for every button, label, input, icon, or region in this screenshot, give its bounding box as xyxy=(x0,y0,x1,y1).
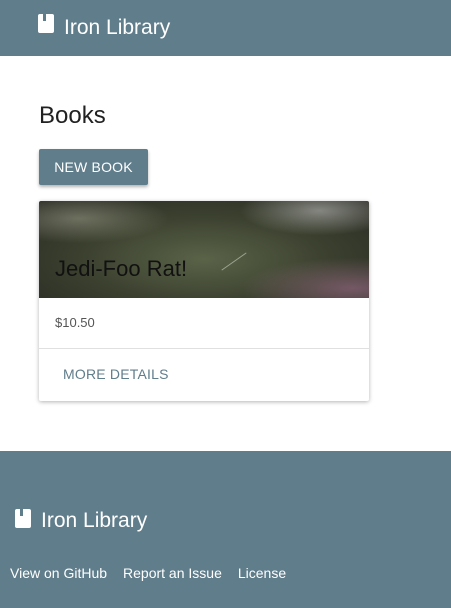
new-book-button[interactable]: NEW BOOK xyxy=(39,149,148,185)
footer-link-report-issue[interactable]: Report an Issue xyxy=(123,565,222,581)
book-icon xyxy=(38,14,54,33)
card-divider xyxy=(39,348,369,349)
page-title: Books xyxy=(39,102,106,129)
footer-title: Iron Library xyxy=(41,509,148,532)
footer-brand: Iron Library xyxy=(15,508,148,533)
book-title: Jedi-Foo Rat! xyxy=(55,256,188,281)
footer-link-license[interactable]: License xyxy=(238,565,286,581)
book-price: $10.50 xyxy=(55,315,95,330)
more-details-link[interactable]: MORE DETAILS xyxy=(63,366,169,382)
app-title[interactable]: Iron Library xyxy=(64,16,170,40)
book-card: Jedi-Foo Rat! $10.50 MORE DETAILS xyxy=(39,201,369,401)
app-footer: Iron Library View on GitHub Report an Is… xyxy=(0,451,451,608)
footer-links: View on GitHub Report an Issue License xyxy=(10,565,302,581)
book-cover-image xyxy=(39,201,369,298)
app-header: Iron Library xyxy=(0,0,451,56)
book-icon xyxy=(15,508,31,528)
footer-link-github[interactable]: View on GitHub xyxy=(10,565,107,581)
